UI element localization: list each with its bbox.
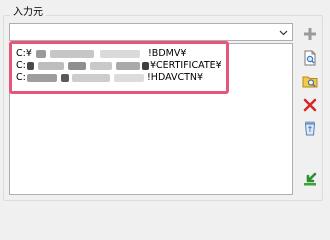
group-title: 入力元 — [10, 7, 46, 19]
add-button[interactable] — [301, 25, 319, 43]
source-combobox[interactable] — [9, 23, 293, 41]
import-button[interactable] — [301, 170, 319, 188]
folder-search-icon — [302, 76, 318, 88]
clear-button[interactable] — [301, 119, 319, 137]
browse-folder-button[interactable] — [301, 72, 319, 90]
green-arrow-icon — [304, 172, 317, 186]
browse-file-button[interactable] — [301, 49, 319, 67]
remove-button[interactable] — [301, 96, 319, 114]
plus-icon — [304, 28, 316, 40]
chevron-down-icon[interactable] — [279, 28, 288, 37]
red-x-icon — [303, 98, 317, 112]
recycle-bin-icon — [304, 121, 316, 136]
highlight-annotation — [9, 41, 229, 94]
document-search-icon — [304, 50, 316, 66]
